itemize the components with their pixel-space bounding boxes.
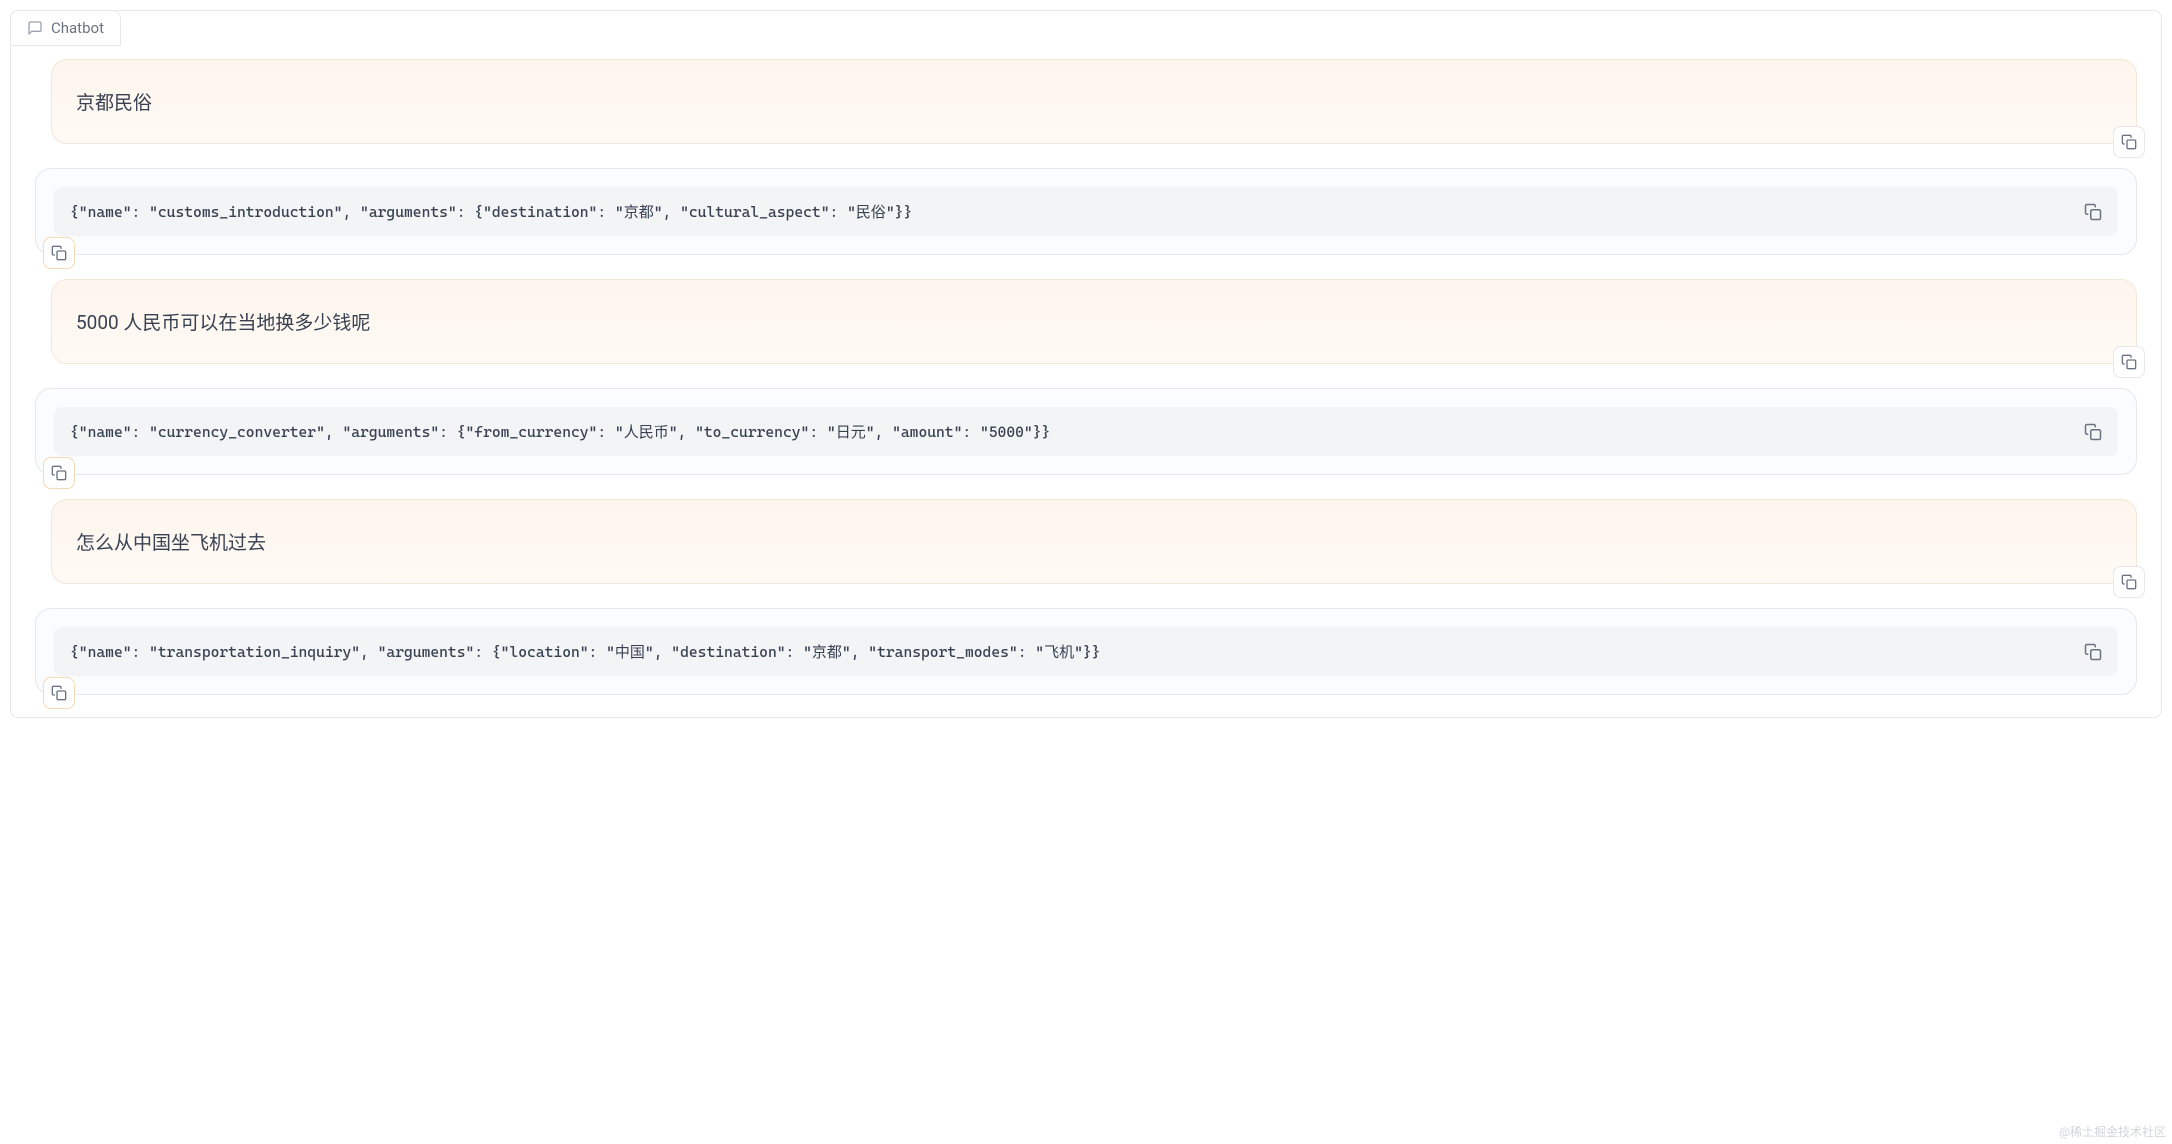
copy-button[interactable] [2113,346,2145,378]
copy-icon [2084,643,2102,661]
code-text: {"name": "currency_converter", "argument… [70,421,2072,442]
user-message: 怎么从中国坐飞机过去 [51,499,2137,584]
tab-label: Chatbot [51,19,104,37]
copy-code-button[interactable] [2084,423,2102,441]
copy-icon [2121,574,2137,590]
copy-icon [2121,354,2137,370]
copy-button[interactable] [43,457,75,489]
copy-code-button[interactable] [2084,203,2102,221]
code-block: {"name": "customs_introduction", "argume… [54,187,2118,236]
bot-message-wrapper: {"name": "currency_converter", "argument… [35,388,2137,475]
tab-chatbot[interactable]: Chatbot [10,10,121,46]
copy-button[interactable] [2113,126,2145,158]
user-message: 京都民俗 [51,59,2137,144]
app-container: Chatbot 京都民俗 {"name": "customs_introduct… [10,10,2162,718]
user-message-wrapper: 怎么从中国坐飞机过去 [51,499,2137,584]
bot-message-wrapper: {"name": "transportation_inquiry", "argu… [35,608,2137,695]
copy-icon [51,465,67,481]
bot-message: {"name": "customs_introduction", "argume… [35,168,2137,255]
bot-message-wrapper: {"name": "customs_introduction", "argume… [35,168,2137,255]
copy-icon [51,245,67,261]
chat-content: 京都民俗 {"name": "customs_introduction", "a… [11,47,2161,717]
copy-button[interactable] [43,677,75,709]
copy-code-button[interactable] [2084,643,2102,661]
user-message-wrapper: 京都民俗 [51,59,2137,144]
copy-button[interactable] [2113,566,2145,598]
code-text: {"name": "transportation_inquiry", "argu… [70,641,2072,662]
copy-icon [2084,423,2102,441]
copy-icon [2121,134,2137,150]
copy-icon [51,685,67,701]
user-message: 5000 人民币可以在当地换多少钱呢 [51,279,2137,364]
code-block: {"name": "transportation_inquiry", "argu… [54,627,2118,676]
code-block: {"name": "currency_converter", "argument… [54,407,2118,456]
code-text: {"name": "customs_introduction", "argume… [70,201,2072,222]
user-message-wrapper: 5000 人民币可以在当地换多少钱呢 [51,279,2137,364]
bot-message: {"name": "currency_converter", "argument… [35,388,2137,475]
copy-button[interactable] [43,237,75,269]
bot-message: {"name": "transportation_inquiry", "argu… [35,608,2137,695]
watermark: @稀土掘金技术社区 [2059,1123,2166,1140]
copy-icon [2084,203,2102,221]
chat-icon [27,20,43,36]
